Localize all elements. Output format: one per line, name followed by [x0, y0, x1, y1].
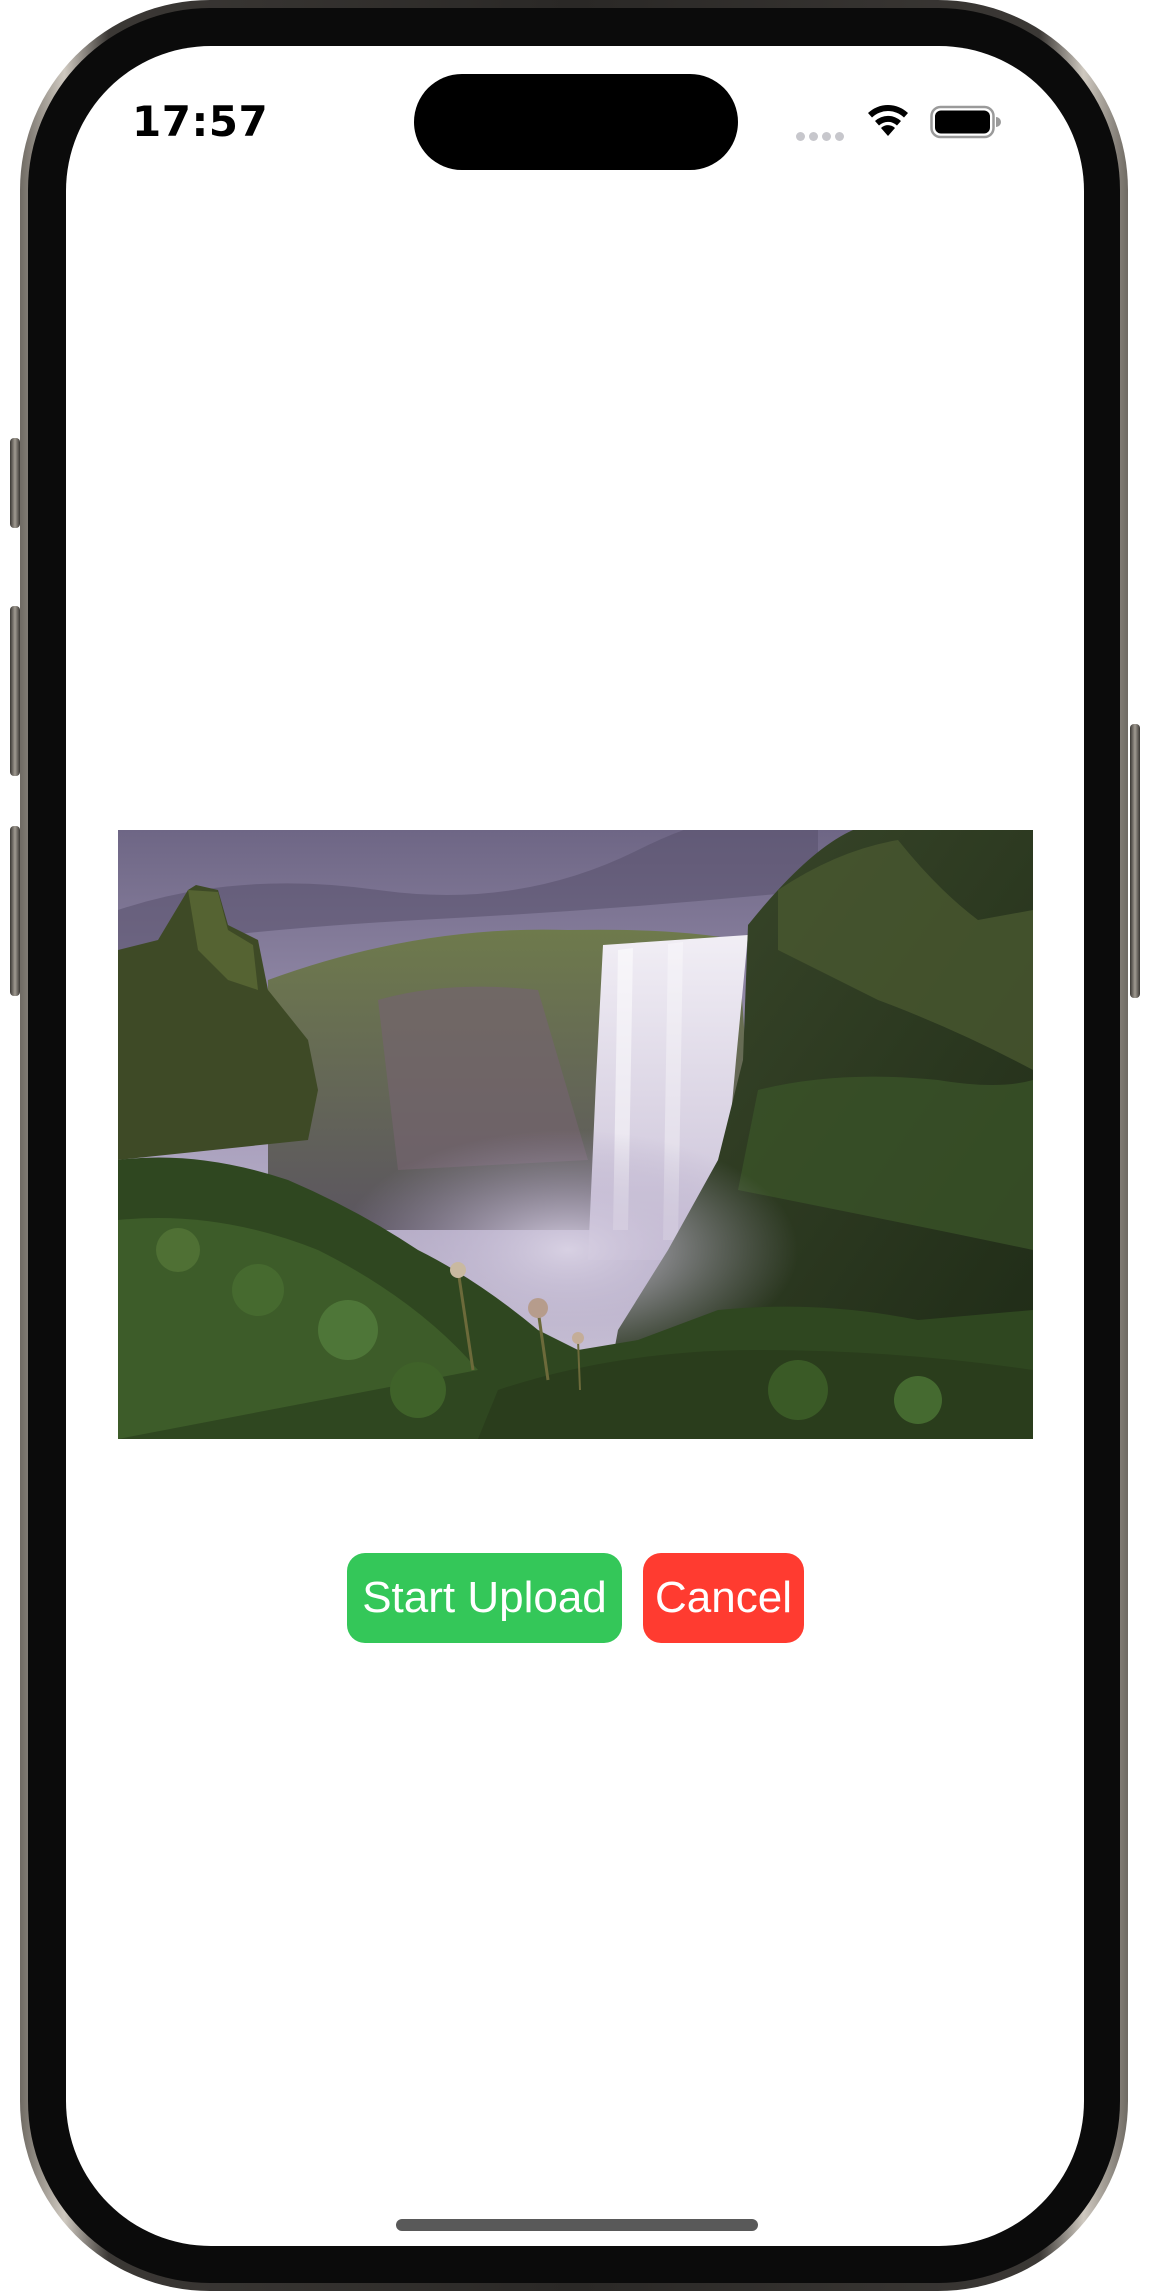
- dynamic-island: [414, 74, 738, 170]
- status-time: 17:57: [132, 97, 269, 146]
- wifi-icon: [868, 105, 908, 136]
- cellular-signal-icon: [796, 128, 848, 141]
- battery-icon: [930, 105, 1001, 139]
- volume-up-button: [10, 606, 20, 776]
- waterfall-photo: [118, 830, 1033, 1439]
- action-button: [10, 438, 20, 528]
- device-frame: 17:57 Start Upload Cancel: [0, 0, 1150, 2291]
- home-indicator[interactable]: [396, 2219, 758, 2231]
- start-upload-button[interactable]: Start Upload: [347, 1553, 622, 1643]
- volume-down-button: [10, 826, 20, 996]
- side-button: [1130, 724, 1140, 998]
- cancel-button[interactable]: Cancel: [643, 1553, 804, 1643]
